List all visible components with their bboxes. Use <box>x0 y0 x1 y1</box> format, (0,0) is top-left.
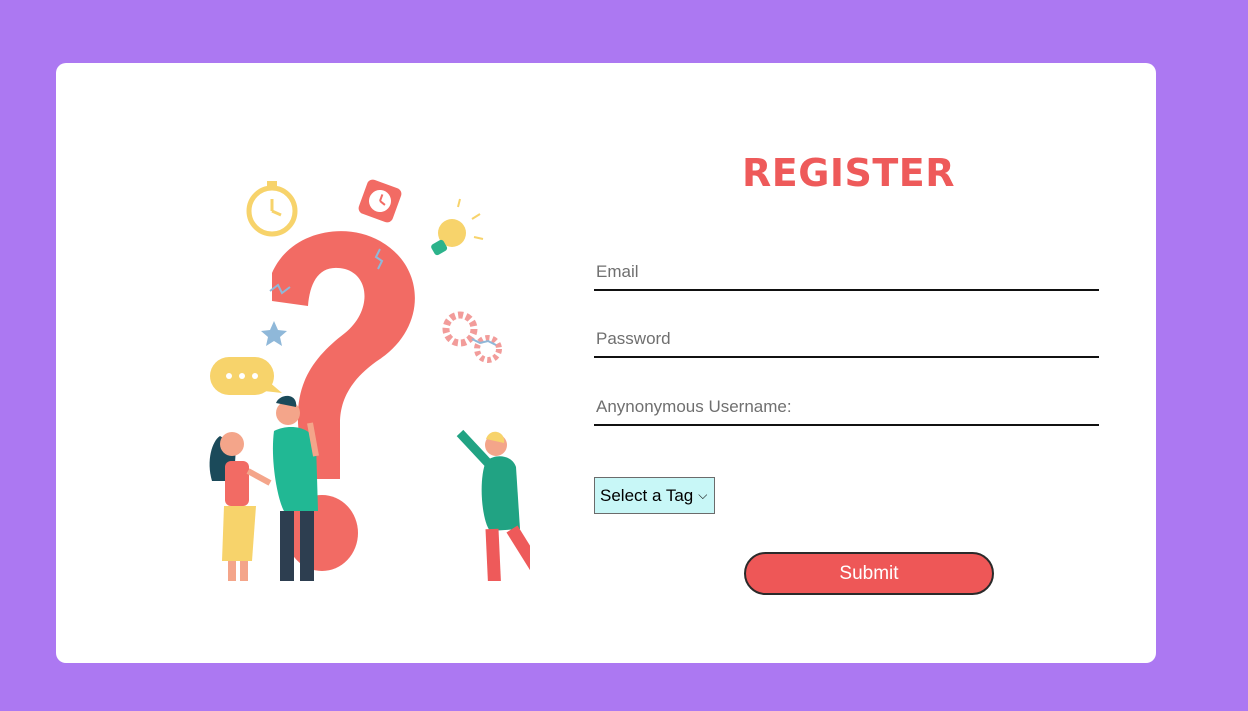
password-field[interactable] <box>594 322 1099 358</box>
email-field[interactable] <box>594 255 1099 291</box>
chevron-down-icon: ⌵ <box>698 488 708 502</box>
register-card: REGISTER Select a Tag ⌵ Submit <box>56 63 1156 663</box>
speech-bubble-icon <box>210 357 282 395</box>
tag-select[interactable]: Select a Tag ⌵ <box>594 477 715 514</box>
stopwatch-icon <box>246 181 298 237</box>
clock-icon <box>358 179 402 223</box>
tag-select-value: Select a Tag <box>600 485 694 505</box>
gears-icon <box>442 311 502 363</box>
pushing-man-figure-icon <box>456 429 530 581</box>
question-mark-people-illustration <box>209 179 530 581</box>
page-title: REGISTER <box>741 151 956 195</box>
submit-button[interactable]: Submit <box>744 552 994 595</box>
woman-figure-icon <box>209 432 272 581</box>
star-icon <box>261 321 287 346</box>
anonymous-username-field[interactable] <box>594 390 1099 426</box>
lightbulb-icon <box>431 198 484 256</box>
